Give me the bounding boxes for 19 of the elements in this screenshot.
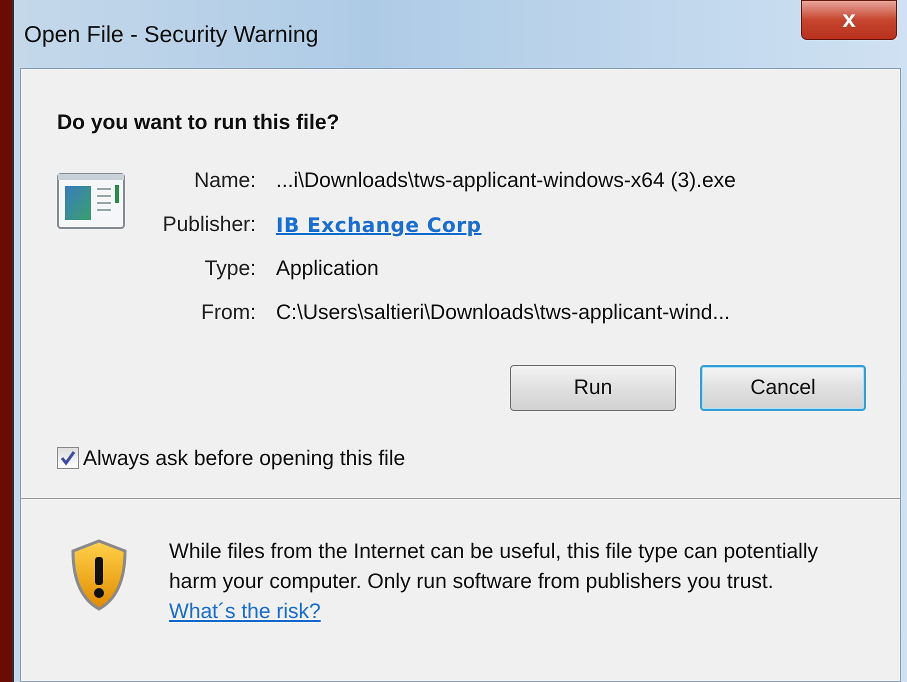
field-value: C:\Users\saltieri\Downloads\tws-applicant-wind... bbox=[276, 300, 730, 326]
always-ask-checkbox[interactable] bbox=[57, 447, 79, 470]
question-heading: Do you want to run this file? bbox=[56, 110, 340, 136]
window-title: Open File - Security Warning bbox=[24, 20, 318, 49]
field-value: ...i\Downloads\tws-applicant-windows-x64 (3).exe bbox=[276, 168, 736, 194]
field-label: From: bbox=[200, 300, 257, 326]
checkbox-label: Always ask before opening this file bbox=[83, 446, 406, 472]
field-value: Application bbox=[276, 256, 379, 282]
field-label: Name: bbox=[193, 168, 257, 194]
risk-link[interactable]: What´s the risk? bbox=[169, 600, 321, 623]
application-icon bbox=[57, 172, 125, 228]
field-label: Publisher: bbox=[162, 212, 257, 238]
dialog-button[interactable]: Run bbox=[510, 364, 676, 410]
warning-message: While files from the Internet can be useful, this file type can potentially harm your computer. Only run software from publishers you trust. What´s the risk? bbox=[169, 539, 820, 625]
field-label: Type: bbox=[204, 256, 257, 282]
warning-shield-icon bbox=[69, 539, 129, 611]
dialog-button[interactable]: Cancel bbox=[700, 364, 866, 410]
close-button[interactable]: x bbox=[801, 0, 897, 40]
publisher-link[interactable]: IB Exchange Corp bbox=[276, 210, 482, 240]
